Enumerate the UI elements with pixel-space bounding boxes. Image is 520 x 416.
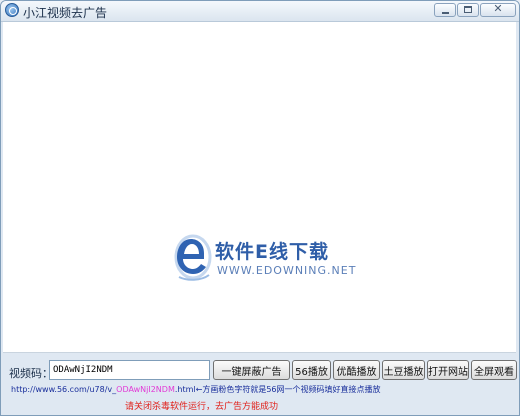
open-site-button[interactable]: 打开网站: [427, 360, 469, 380]
close-icon: ✕: [493, 2, 503, 15]
play-youku-button[interactable]: 优酷播放: [333, 360, 380, 380]
antivirus-warning: 请关闭杀毒软件运行，去广告方能成功: [125, 402, 279, 412]
video-code-label: 视频码：: [9, 367, 53, 380]
close-button[interactable]: ✕: [480, 2, 516, 17]
hint-url-prefix: http://www.56.com/u78/v_: [11, 385, 117, 394]
play-tudou-button[interactable]: 土豆播放: [382, 360, 425, 380]
watermark-name: 软件E线下载: [215, 241, 329, 263]
block-ads-button[interactable]: 一键屏蔽广告: [213, 360, 290, 380]
usage-hint: http://www.56.com/u78/v_ODAwNjI2NDM.html…: [11, 384, 381, 395]
edowning-logo-icon: [174, 234, 212, 281]
video-viewport[interactable]: [3, 22, 516, 353]
title-bar[interactable]: 小江视频去广告 ✕: [1, 1, 519, 22]
maximize-button[interactable]: [457, 3, 479, 17]
watermark-url: WWW.EDOWNING.NET: [217, 264, 357, 277]
app-window: 小江视频去广告 ✕ 软件E线下载 WWW.EDOWNING.NET 视频码： 一…: [0, 0, 520, 416]
watermark: 软件E线下载 WWW.EDOWNING.NET: [173, 233, 363, 285]
hint-url-code: ODAwNjI2NDM: [116, 385, 175, 394]
minimize-button[interactable]: [434, 3, 456, 17]
hint-description: ←方画粉色字符就是56网一个视频码填好直接点播放: [195, 385, 381, 394]
app-logo-icon: [5, 3, 19, 17]
fullscreen-button[interactable]: 全屏观看: [471, 360, 517, 380]
play-56-button[interactable]: 56播放: [292, 360, 331, 380]
video-code-input[interactable]: [49, 360, 210, 380]
hint-url-suffix: .html: [174, 385, 196, 394]
window-title: 小江视频去广告: [23, 6, 108, 20]
